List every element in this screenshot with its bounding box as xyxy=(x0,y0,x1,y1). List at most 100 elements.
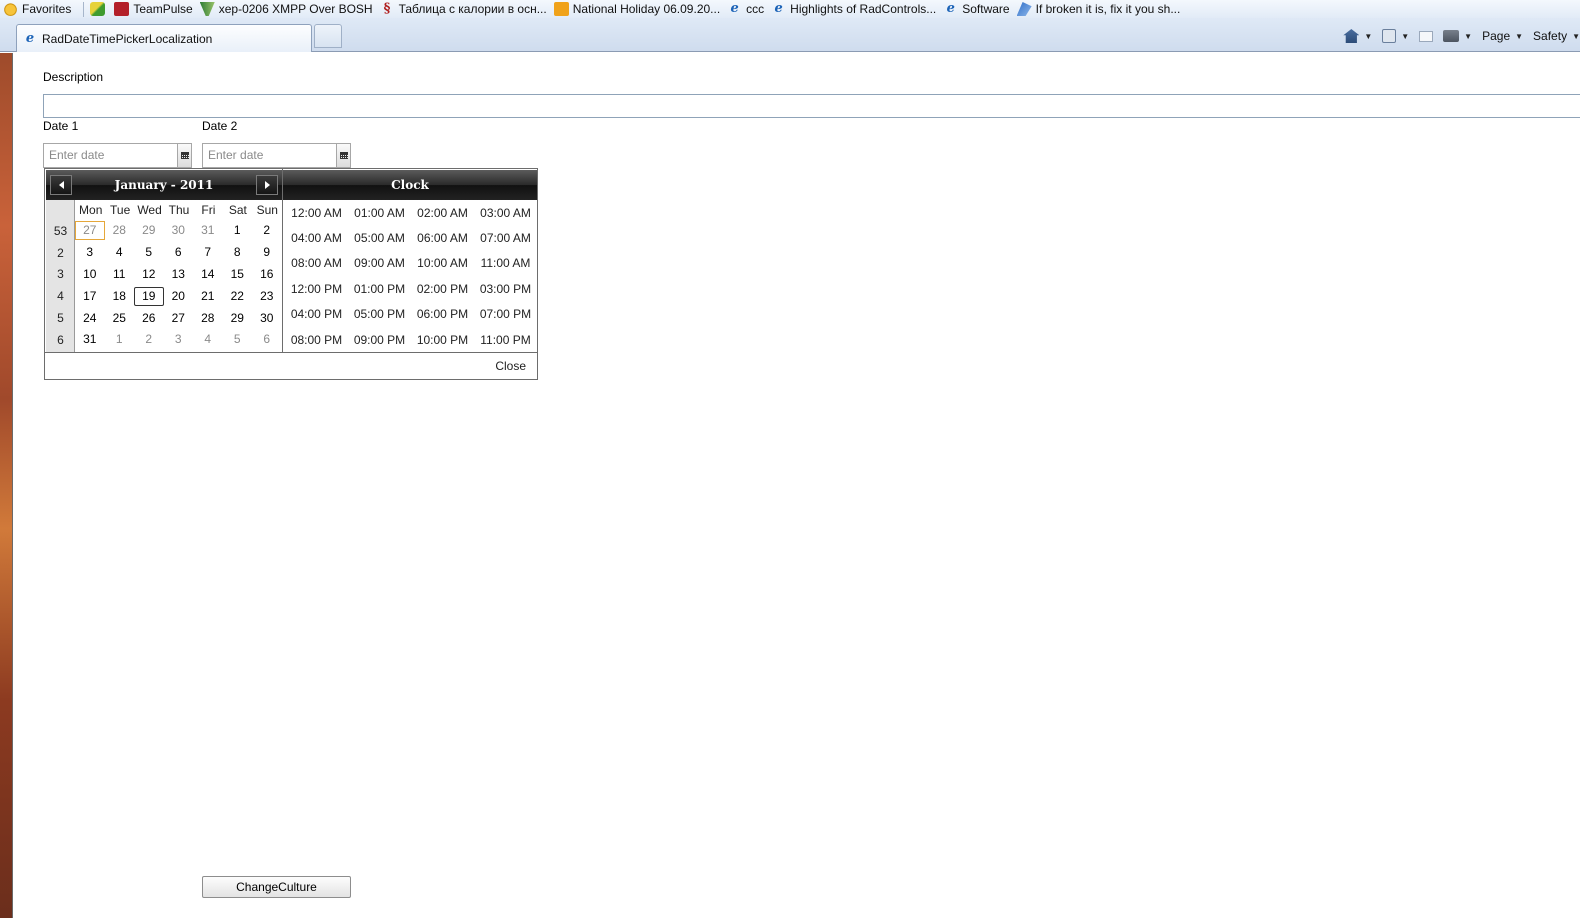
calendar-day[interactable]: 4 xyxy=(193,330,223,349)
feeds-button[interactable]: ▼ xyxy=(1382,29,1409,43)
clock-time-item[interactable]: 08:00 PM xyxy=(285,333,348,347)
calendar-day[interactable]: 18 xyxy=(105,287,135,306)
calendar-day[interactable]: 6 xyxy=(252,330,282,349)
clock-time-item[interactable]: 12:00 PM xyxy=(285,282,348,296)
calendar-day[interactable]: 27 xyxy=(164,309,194,328)
calendar-day[interactable]: 23 xyxy=(252,287,282,306)
date2-input[interactable]: Enter date xyxy=(203,144,336,167)
home-icon xyxy=(1343,29,1360,43)
clock-time-item[interactable]: 09:00 PM xyxy=(348,333,411,347)
calendar-day[interactable]: 29 xyxy=(134,221,164,240)
date2-dropdown-button[interactable] xyxy=(336,144,350,167)
next-month-button[interactable] xyxy=(256,175,278,195)
previous-month-button[interactable] xyxy=(50,175,72,195)
calendar-day[interactable]: 14 xyxy=(193,265,223,284)
favorite-link[interactable]: e ccc xyxy=(724,0,768,18)
favorite-link[interactable]: TeamPulse xyxy=(111,0,196,18)
chevron-down-icon[interactable]: ▼ xyxy=(1401,32,1409,41)
calendar-day[interactable]: 9 xyxy=(252,243,282,262)
clock-time-item[interactable]: 02:00 PM xyxy=(411,282,474,296)
calendar-day[interactable]: 2 xyxy=(134,330,164,349)
home-button[interactable]: ▼ xyxy=(1343,29,1372,43)
calendar-day[interactable]: 11 xyxy=(105,265,135,284)
calendar-day[interactable]: 26 xyxy=(134,309,164,328)
clock-time-item[interactable]: 11:00 AM xyxy=(474,256,537,270)
calendar-day[interactable]: 6 xyxy=(164,243,194,262)
clock-time-item[interactable]: 06:00 AM xyxy=(411,231,474,245)
new-tab-button[interactable] xyxy=(314,24,342,48)
calendar-day[interactable]: 28 xyxy=(105,221,135,240)
clock-time-item[interactable]: 01:00 PM xyxy=(348,282,411,296)
date1-dropdown-button[interactable] xyxy=(177,144,191,167)
calendar-day[interactable]: 10 xyxy=(75,265,105,284)
favorite-link[interactable]: National Holiday 06.09.20... xyxy=(551,0,724,18)
clock-time-item[interactable]: 12:00 AM xyxy=(285,206,348,220)
calendar-day[interactable]: 1 xyxy=(223,221,253,240)
clock-time-item[interactable]: 05:00 PM xyxy=(348,307,411,321)
safety-menu[interactable]: Safety ▼ xyxy=(1533,29,1580,43)
calendar-day[interactable]: 4 xyxy=(105,243,135,262)
clock-time-item[interactable]: 09:00 AM xyxy=(348,256,411,270)
calendar-day[interactable]: 16 xyxy=(252,265,282,284)
calendar-day[interactable]: 20 xyxy=(164,287,194,306)
calendar-day[interactable]: 27 xyxy=(75,221,105,241)
mail-button[interactable] xyxy=(1419,30,1434,42)
chevron-down-icon[interactable]: ▼ xyxy=(1464,32,1472,41)
clock-time-item[interactable]: 08:00 AM xyxy=(285,256,348,270)
calendar-day[interactable]: 5 xyxy=(223,330,253,349)
clock-time-item[interactable]: 04:00 AM xyxy=(285,231,348,245)
calendar-day[interactable]: 5 xyxy=(134,243,164,262)
clock-time-item[interactable]: 10:00 AM xyxy=(411,256,474,270)
clock-time-item[interactable]: 01:00 AM xyxy=(348,206,411,220)
calendar-day[interactable]: 7 xyxy=(193,243,223,262)
clock-time-item[interactable]: 05:00 AM xyxy=(348,231,411,245)
page-menu[interactable]: Page ▼ xyxy=(1482,29,1523,43)
calendar-day[interactable]: 2 xyxy=(252,221,282,240)
calendar-day[interactable]: 22 xyxy=(223,287,253,306)
clock-time-item[interactable]: 03:00 AM xyxy=(474,206,537,220)
print-button[interactable]: ▼ xyxy=(1443,30,1472,42)
favorite-link[interactable]: xep-0206 XMPP Over BOSH xyxy=(197,0,377,18)
calendar-day[interactable]: 3 xyxy=(164,330,194,349)
favorite-link[interactable]: If broken it is, fix it you sh... xyxy=(1014,0,1185,18)
calendar-day[interactable]: 30 xyxy=(164,221,194,240)
clock-time-item[interactable]: 07:00 PM xyxy=(474,307,537,321)
chevron-down-icon[interactable]: ▼ xyxy=(1364,32,1372,41)
calendar-day[interactable]: 28 xyxy=(193,309,223,328)
calendar-title[interactable]: January - 2011 xyxy=(76,178,252,192)
calendar-day[interactable]: 17 xyxy=(75,287,105,306)
calendar-day[interactable]: 8 xyxy=(223,243,253,262)
favorite-link[interactable]: § Таблица с калории в осн... xyxy=(377,0,551,18)
favorites-button[interactable]: Favorites xyxy=(0,0,75,18)
clock-time-item[interactable]: 06:00 PM xyxy=(411,307,474,321)
calendar-day[interactable]: 30 xyxy=(252,309,282,328)
description-input[interactable] xyxy=(43,94,1580,118)
tab-raddatetimepicker[interactable]: e RadDateTimePickerLocalization xyxy=(16,24,312,52)
calendar-day[interactable]: 12 xyxy=(134,265,164,284)
favorite-link[interactable]: e Software xyxy=(940,0,1013,18)
add-to-favorites-bar-icon[interactable] xyxy=(90,2,106,16)
clock-time-item[interactable]: 02:00 AM xyxy=(411,206,474,220)
change-culture-button[interactable]: ChangeCulture xyxy=(202,876,351,898)
calendar-day[interactable]: 15 xyxy=(223,265,253,284)
calendar-day[interactable]: 31 xyxy=(193,221,223,240)
mail-icon xyxy=(1419,30,1434,42)
clock-time-item[interactable]: 04:00 PM xyxy=(285,307,348,321)
favorite-link-label: If broken it is, fix it you sh... xyxy=(1035,2,1181,16)
clock-time-item[interactable]: 07:00 AM xyxy=(474,231,537,245)
calendar-day[interactable]: 3 xyxy=(75,243,105,262)
clock-time-item[interactable]: 03:00 PM xyxy=(474,282,537,296)
calendar-day[interactable]: 1 xyxy=(105,330,135,349)
calendar-day[interactable]: 25 xyxy=(105,309,135,328)
favorite-link[interactable]: e Highlights of RadControls... xyxy=(768,0,940,18)
calendar-day[interactable]: 29 xyxy=(223,309,253,328)
calendar-day[interactable]: 19 xyxy=(134,286,164,306)
clock-time-item[interactable]: 10:00 PM xyxy=(411,333,474,347)
close-button[interactable]: Close xyxy=(495,359,526,373)
calendar-day[interactable]: 24 xyxy=(75,309,105,328)
date1-input[interactable]: Enter date xyxy=(44,144,177,167)
calendar-day[interactable]: 31 xyxy=(75,330,105,349)
calendar-day[interactable]: 21 xyxy=(193,287,223,306)
clock-time-item[interactable]: 11:00 PM xyxy=(474,333,537,347)
calendar-day[interactable]: 13 xyxy=(164,265,194,284)
